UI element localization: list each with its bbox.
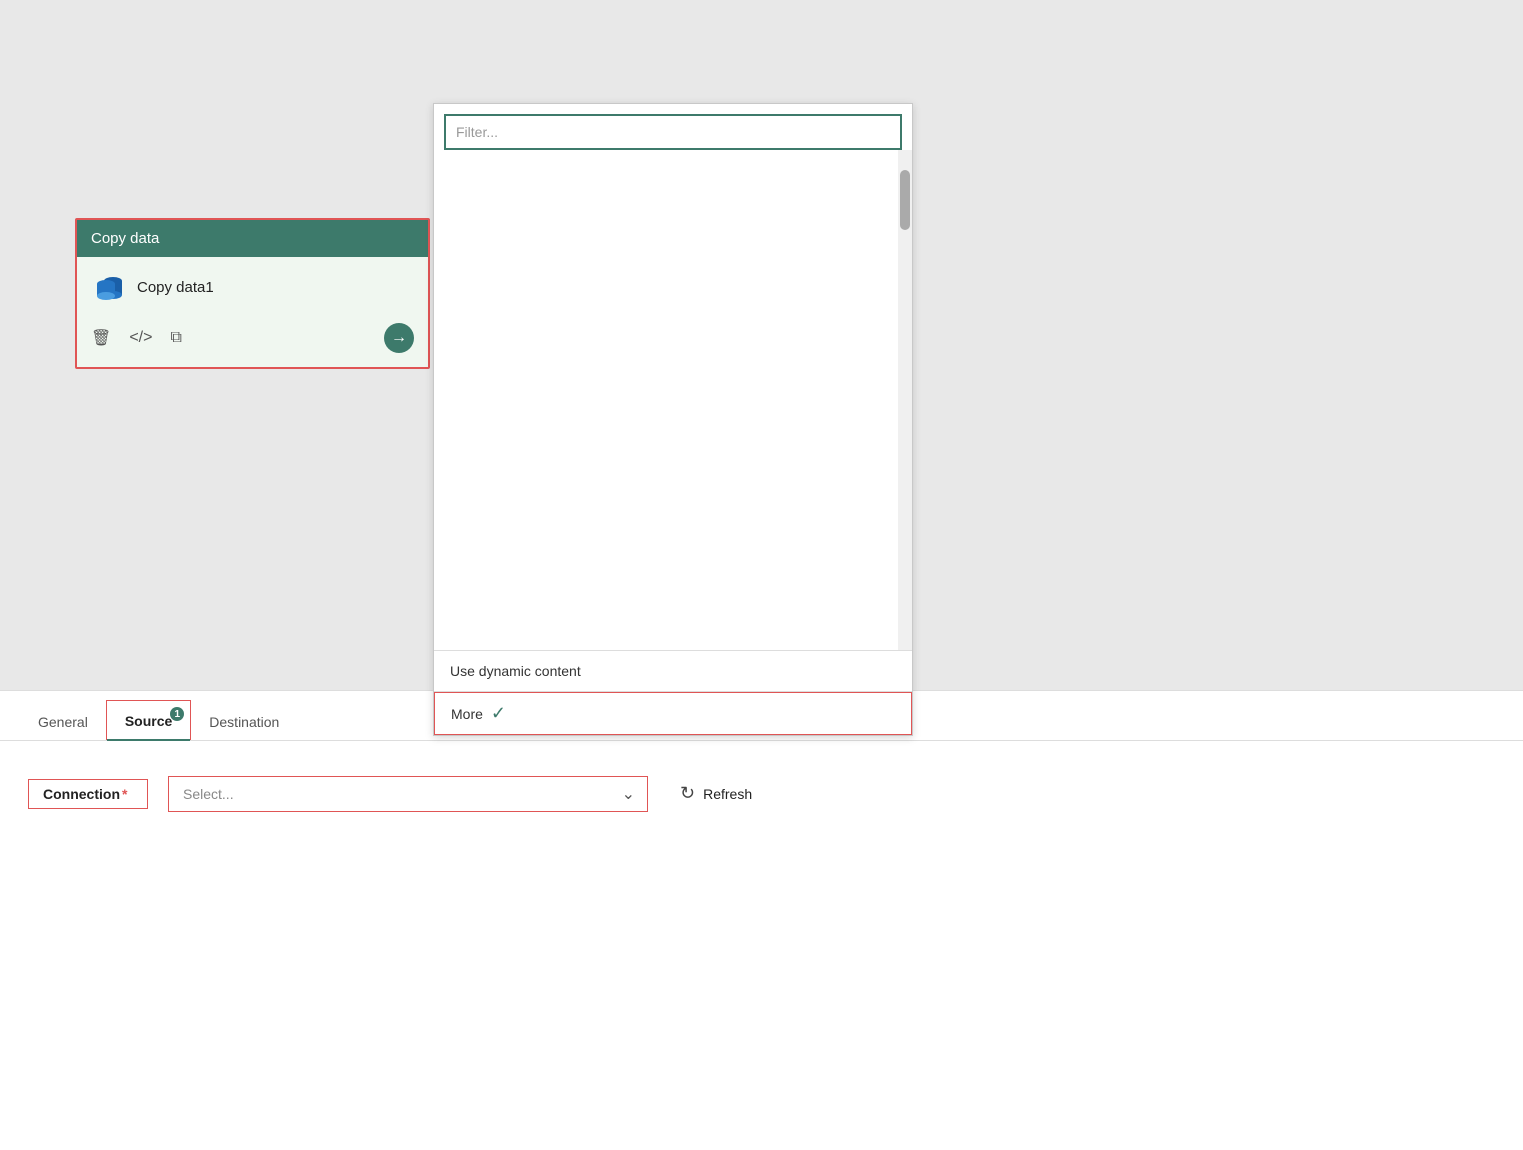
refresh-icon: ↻: [680, 783, 695, 804]
connection-select-wrapper: Select... ⌄: [168, 776, 648, 812]
tab-source[interactable]: Source 1: [106, 700, 191, 740]
dynamic-content-label: Use dynamic content: [450, 663, 581, 679]
copy-icon[interactable]: ⧉: [170, 329, 181, 347]
connection-label: Connection: [43, 786, 120, 802]
panel-footer: Use dynamic content More ✓: [434, 650, 912, 735]
copy-data-actions: 🗑 </> ⧉ →: [91, 319, 414, 357]
filter-wrapper: [434, 104, 912, 150]
tab-destination[interactable]: Destination: [191, 702, 297, 740]
filter-input[interactable]: [444, 114, 902, 150]
content-area: Connection* Select... ⌄ ↻ Refresh: [0, 741, 1523, 836]
copy-data-card: Copy data Copy data1 🗑 </> ⧉: [75, 218, 430, 369]
required-star: *: [122, 786, 127, 802]
copy-data-item-name: Copy data1: [137, 279, 214, 296]
connection-select[interactable]: Select...: [169, 777, 647, 811]
copy-data-card-body: Copy data1 🗑 </> ⧉ →: [77, 257, 428, 367]
connection-label-box: Connection*: [28, 779, 148, 809]
copy-data-item: Copy data1: [91, 269, 414, 305]
scrollbar-thumb: [900, 170, 910, 230]
code-icon[interactable]: </>: [129, 329, 152, 347]
database-icon: [91, 269, 127, 305]
check-arrow-icon: ✓: [491, 703, 506, 724]
panel-list-area: [434, 150, 912, 650]
dropdown-panel: Use dynamic content More ✓: [433, 103, 913, 736]
refresh-button[interactable]: ↻ Refresh: [668, 775, 764, 812]
delete-icon[interactable]: 🗑: [91, 328, 111, 348]
tab-source-label: Source: [125, 713, 172, 729]
tab-source-badge: 1: [170, 707, 184, 721]
bottom-panel: General Source 1 Destination Connection*…: [0, 690, 1523, 1150]
tab-destination-label: Destination: [209, 714, 279, 730]
refresh-label: Refresh: [703, 786, 752, 802]
more-item[interactable]: More ✓: [434, 692, 912, 735]
go-arrow-button[interactable]: →: [384, 323, 414, 353]
use-dynamic-content-item[interactable]: Use dynamic content: [434, 651, 912, 691]
copy-data-card-header: Copy data: [77, 220, 428, 257]
more-label: More: [451, 706, 483, 722]
connection-form-row: Connection* Select... ⌄ ↻ Refresh: [28, 775, 1495, 812]
panel-scrollbar[interactable]: [898, 150, 912, 650]
tab-general[interactable]: General: [20, 702, 106, 740]
tab-general-label: General: [38, 714, 88, 730]
